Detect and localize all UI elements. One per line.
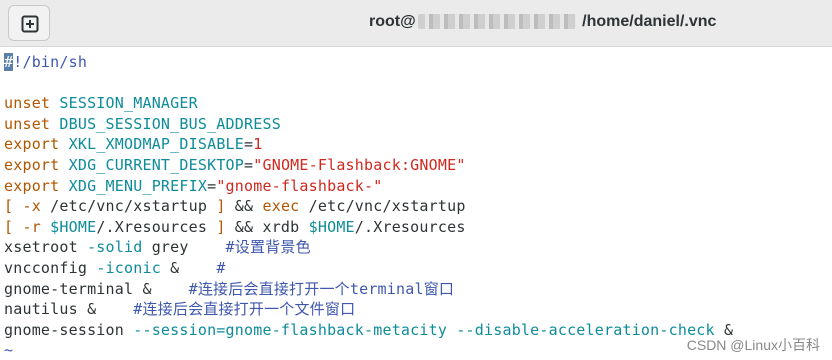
code-token: gnome-session bbox=[4, 320, 134, 339]
new-tab-icon bbox=[21, 15, 39, 33]
new-tab-button[interactable] bbox=[8, 5, 50, 41]
code-token: #连接后会直接打开一个terminal窗口 bbox=[188, 279, 455, 298]
code-line: gnome-terminal & #连接后会直接打开一个terminal窗口 bbox=[4, 279, 832, 300]
code-token: -solid bbox=[87, 238, 143, 257]
code-token: /etc/vnc/xstartup bbox=[299, 197, 466, 216]
code-token: unset bbox=[4, 94, 51, 113]
code-token: export bbox=[4, 155, 60, 174]
watermark: CSDN @Linux小百科 bbox=[686, 337, 820, 353]
window-title-user: root@ bbox=[369, 13, 416, 30]
code-token: $HOME bbox=[50, 217, 97, 236]
code-token: export bbox=[4, 176, 60, 195]
code-token: XDG_MENU_PREFIX bbox=[59, 176, 208, 195]
code-line: [ -r $HOME/.Xresources ] && xrdb $HOME/.… bbox=[4, 217, 832, 238]
code-token: && xrdb bbox=[225, 217, 309, 236]
code-line: export XDG_CURRENT_DESKTOP="GNOME-Flashb… bbox=[4, 155, 832, 176]
code-token: /etc/vnc/xstartup bbox=[50, 197, 217, 216]
code-token: -iconic bbox=[96, 258, 161, 277]
code-token: XKL_XMODMAP_DISABLE bbox=[59, 135, 245, 154]
code-token: --session=gnome-flashback-metacity --dis… bbox=[133, 320, 715, 339]
code-token: ] bbox=[216, 197, 226, 216]
window-title: root@ /home/daniel/.vnc bbox=[369, 13, 716, 31]
code-token: "gnome-flashback-" bbox=[216, 176, 383, 195]
code-token: SESSION_MANAGER bbox=[50, 94, 198, 113]
code-token: [ -r bbox=[4, 217, 51, 236]
code-line: [ -x /etc/vnc/xstartup ] && exec /etc/vn… bbox=[4, 196, 832, 217]
code-token: gnome-terminal & bbox=[4, 279, 189, 298]
code-line: unset SESSION_MANAGER bbox=[4, 93, 832, 114]
window-title-path: /home/daniel/.vnc bbox=[577, 13, 717, 30]
code-token: xsetroot bbox=[4, 238, 88, 257]
code-token: exec bbox=[262, 197, 300, 216]
code-token: #设置背景色 bbox=[225, 238, 311, 257]
code-token: "GNOME-Flashback:GNOME" bbox=[253, 155, 466, 174]
code-token: ] bbox=[216, 217, 226, 236]
code-token: = bbox=[207, 176, 217, 195]
code-line: export XKL_XMODMAP_DISABLE=1 bbox=[4, 134, 832, 155]
code-token: export bbox=[4, 135, 60, 154]
code-token: unset bbox=[4, 114, 51, 133]
terminal-content[interactable]: #!/bin/sh unset SESSION_MANAGER unset DBU… bbox=[0, 47, 832, 360]
code-line: vncconfig -iconic & # bbox=[4, 258, 832, 279]
code-token: [ -x bbox=[4, 197, 51, 216]
code-token: # bbox=[216, 258, 226, 277]
code-token: grey bbox=[142, 238, 226, 257]
code-token: = bbox=[244, 135, 254, 154]
code-token: XDG_CURRENT_DESKTOP bbox=[59, 155, 245, 174]
code-line: nautilus & #连接后会直接打开一个文件窗口 bbox=[4, 299, 832, 320]
code-token: DBUS_SESSION_BUS_ADDRESS bbox=[50, 114, 281, 133]
code-token: ~ bbox=[4, 341, 14, 360]
code-line: xsetroot -solid grey #设置背景色 bbox=[4, 237, 832, 258]
code-token: /.Xresources bbox=[354, 217, 466, 236]
code-line: unset DBUS_SESSION_BUS_ADDRESS bbox=[4, 114, 832, 135]
code-token: $HOME bbox=[308, 217, 355, 236]
code-token: = bbox=[244, 155, 254, 174]
title-bar: root@ /home/daniel/.vnc bbox=[0, 0, 832, 47]
code-token: nautilus & bbox=[4, 300, 134, 319]
code-line: export XDG_MENU_PREFIX="gnome-flashback-… bbox=[4, 176, 832, 197]
redacted-hostname bbox=[417, 14, 576, 29]
code-token: #连接后会直接打开一个文件窗口 bbox=[133, 300, 356, 319]
code-line: #!/bin/sh bbox=[4, 52, 832, 73]
terminal-window: root@ /home/daniel/.vnc #!/bin/sh unset … bbox=[0, 0, 832, 360]
text-cursor: # bbox=[4, 53, 14, 71]
code-token: !/bin/sh bbox=[13, 53, 88, 71]
code-token: && bbox=[225, 197, 263, 216]
code-token: vncconfig bbox=[4, 258, 97, 277]
code-token: /.Xresources bbox=[96, 217, 217, 236]
code-token: 1 bbox=[253, 135, 263, 154]
code-token: & bbox=[160, 258, 217, 277]
